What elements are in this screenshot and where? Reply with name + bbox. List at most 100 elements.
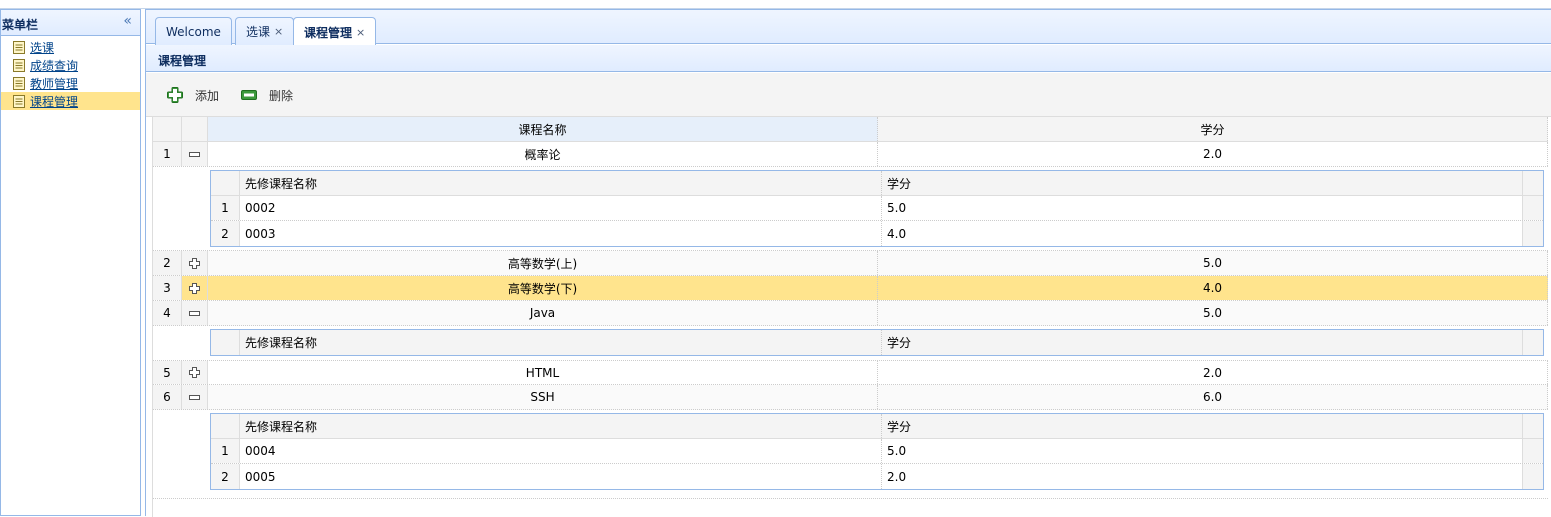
top-strip: [0, 0, 1551, 9]
sidebar-item-label[interactable]: 教师管理: [30, 75, 78, 92]
tab-label: 课程管理: [304, 25, 353, 40]
table-row[interactable]: 2 高等数学(上) 5.0: [153, 251, 1548, 276]
delete-button[interactable]: 删除: [241, 86, 293, 104]
collapse-row-button[interactable]: [182, 385, 208, 409]
subgrid-column-header-name[interactable]: 先修课程名称: [240, 171, 882, 195]
table-row[interactable]: 4 Java 5.0: [153, 301, 1548, 326]
sidebar-header: 菜单栏 «: [1, 10, 140, 36]
scrollbar-gutter: [1523, 221, 1543, 246]
row-number: 2: [153, 251, 182, 275]
expand-row-button[interactable]: [182, 361, 208, 384]
row-number: 1: [153, 142, 182, 166]
table-row[interactable]: 1 概率论 2.0: [153, 142, 1548, 167]
credit-cell: 5.0: [878, 251, 1548, 275]
tab-bar: Welcome 选课 × 课程管理 ×: [146, 9, 1551, 46]
column-header-credit[interactable]: 学分: [878, 117, 1548, 141]
prerequisite-subgrid: 先修课程名称 学分: [210, 329, 1544, 356]
sidebar-item-label[interactable]: 选课: [30, 39, 54, 56]
prereq-credit-cell: 5.0: [882, 196, 1523, 220]
row-number: 2: [211, 464, 240, 489]
subgrid-header: 先修课程名称 学分: [211, 171, 1543, 196]
sidebar-item-select-course[interactable]: 选课: [1, 38, 140, 56]
row-number-header: [153, 117, 182, 141]
tab-label: 选课: [246, 25, 271, 39]
tab-select-course[interactable]: 选课 ×: [235, 17, 295, 45]
subgrid-header: 先修课程名称 学分: [211, 330, 1543, 355]
row-number: 1: [211, 196, 240, 220]
sidebar-item-label[interactable]: 课程管理: [30, 93, 78, 110]
subgrid-column-header-name[interactable]: 先修课程名称: [240, 414, 882, 438]
add-icon: [167, 87, 183, 103]
collapse-row-button[interactable]: [182, 142, 208, 166]
table-row[interactable]: 5 HTML 2.0: [153, 360, 1548, 385]
subgrid-column-header-name[interactable]: 先修课程名称: [240, 330, 882, 355]
document-icon: [13, 40, 25, 54]
close-icon[interactable]: ×: [356, 26, 365, 39]
expander-header: [182, 117, 208, 141]
column-header-course-name[interactable]: 课程名称: [208, 117, 878, 141]
panel-header: 课程管理: [146, 45, 1551, 72]
add-button[interactable]: 添加: [167, 86, 219, 104]
sidebar-item-teacher-management[interactable]: 教师管理: [1, 74, 140, 92]
sidebar-item-course-management[interactable]: 课程管理: [1, 92, 140, 110]
scrollbar-gutter: [1523, 330, 1543, 355]
table-row[interactable]: 6 SSH 6.0: [153, 385, 1548, 410]
tab-course-management[interactable]: 课程管理 ×: [293, 17, 377, 46]
sidebar-item-grade-query[interactable]: 成绩查询: [1, 56, 140, 74]
subgrid-number-header: [211, 414, 240, 438]
prereq-name-cell: 0003: [240, 221, 882, 246]
expand-row-button[interactable]: [182, 251, 208, 275]
expand-row-button[interactable]: [182, 276, 208, 300]
grid-header: 课程名称 学分: [153, 117, 1548, 142]
course-name-cell: 高等数学(上): [208, 251, 878, 275]
prereq-name-cell: 0005: [240, 464, 882, 489]
double-chevron-left-icon[interactable]: «: [123, 13, 132, 29]
subgrid-row[interactable]: 2 0005 2.0: [211, 464, 1543, 489]
sidebar-item-label[interactable]: 成绩查询: [30, 57, 78, 74]
row-number: 4: [153, 301, 182, 325]
tab-welcome[interactable]: Welcome: [155, 17, 232, 45]
add-label: 添加: [195, 88, 220, 103]
subgrid-header: 先修课程名称 学分: [211, 414, 1543, 439]
prerequisite-subgrid: 先修课程名称 学分 1 0004 5.0 2 0005 2.0: [210, 413, 1544, 490]
prereq-name-cell: 0002: [240, 196, 882, 220]
row-number: 5: [153, 361, 182, 384]
row-number-spacer: [153, 167, 182, 250]
scrollbar-gutter: [1523, 196, 1543, 220]
subgrid-row[interactable]: 2 0003 4.0: [211, 221, 1543, 246]
subgrid-row[interactable]: 1 0002 5.0: [211, 196, 1543, 221]
subgrid-column-header-credit[interactable]: 学分: [882, 171, 1523, 195]
course-grid: 课程名称 学分 1 概率论 2.0 先修课程名称 学分 1 0002 5.0 2…: [152, 117, 1551, 517]
close-icon[interactable]: ×: [274, 25, 283, 38]
sidebar-menu: 选课 成绩查询 教师管理 课程管理: [1, 38, 140, 110]
minus-icon: [189, 310, 200, 316]
row-number: 6: [153, 385, 182, 409]
course-name-cell: 概率论: [208, 142, 878, 166]
table-row-selected[interactable]: 3 高等数学(下) 4.0: [153, 276, 1548, 301]
scrollbar-gutter: [1523, 414, 1543, 438]
credit-cell: 2.0: [878, 361, 1548, 384]
prereq-credit-cell: 5.0: [882, 439, 1523, 463]
row-number: 1: [211, 439, 240, 463]
remove-icon: [241, 90, 257, 100]
course-name-cell: SSH: [208, 385, 878, 409]
subgrid-number-header: [211, 171, 240, 195]
toolbar: 添加 删除: [146, 73, 1551, 117]
plus-icon: [189, 257, 200, 269]
subgrid-row[interactable]: 1 0004 5.0: [211, 439, 1543, 464]
prereq-name-cell: 0004: [240, 439, 882, 463]
subgrid-column-header-credit[interactable]: 学分: [882, 330, 1523, 355]
prereq-credit-cell: 2.0: [882, 464, 1523, 489]
plus-icon: [189, 367, 200, 378]
document-icon: [13, 94, 25, 108]
tab-label: Welcome: [166, 24, 221, 39]
row-number: 3: [153, 276, 182, 300]
credit-cell: 2.0: [878, 142, 1548, 166]
grid-bottom-border: [153, 498, 1548, 499]
credit-cell: 5.0: [878, 301, 1548, 325]
plus-icon: [189, 282, 200, 294]
collapse-row-button[interactable]: [182, 301, 208, 325]
subgrid-column-header-credit[interactable]: 学分: [882, 414, 1523, 438]
sidebar-title: 菜单栏: [2, 18, 39, 32]
panel-title: 课程管理: [158, 54, 207, 68]
